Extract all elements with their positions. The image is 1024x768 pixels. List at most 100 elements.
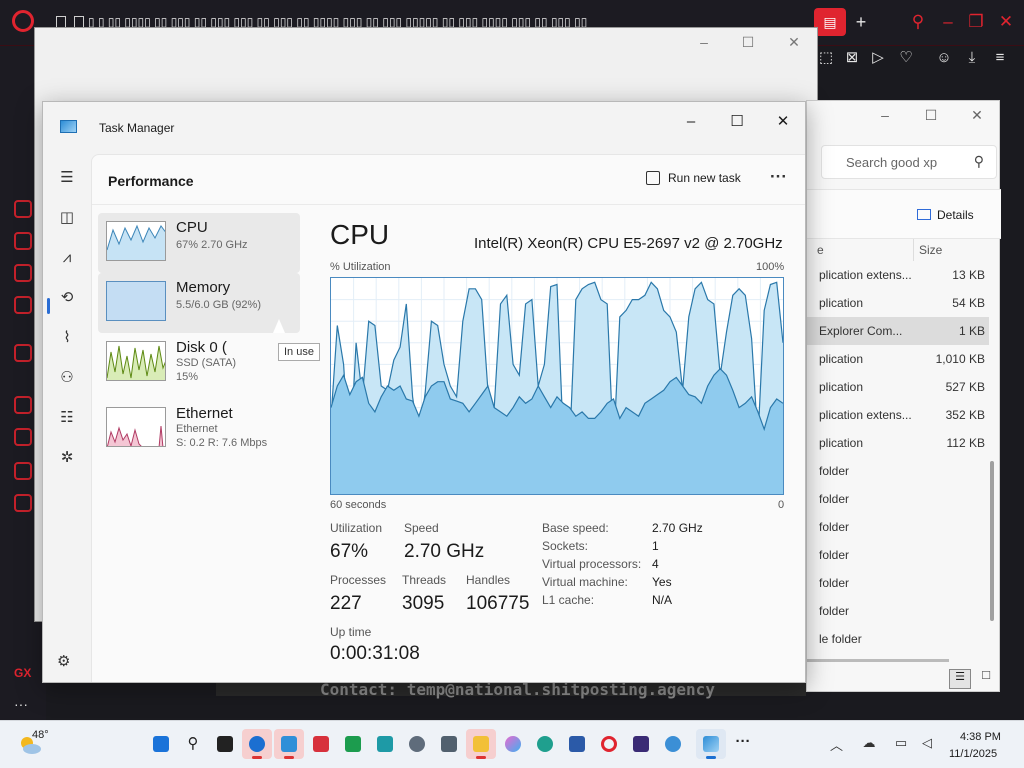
minimize-icon[interactable]: – — [669, 108, 713, 136]
settings-gear-icon[interactable]: ⚙ — [57, 652, 70, 670]
taskbar-overflow-button[interactable]: ··· — [728, 729, 758, 759]
minimize-icon[interactable]: – — [689, 34, 719, 50]
workspace-icon[interactable] — [14, 264, 32, 282]
clock-time[interactable]: 4:38 PM — [960, 731, 1001, 743]
title-bar[interactable]: Task Manager – ☐ ✕ — [43, 102, 805, 152]
more-icon: ··· — [735, 733, 751, 750]
horizontal-scrollbar[interactable] — [807, 659, 949, 662]
details-icon[interactable]: ☷ — [57, 408, 77, 428]
search-icon[interactable]: ⚲ — [906, 10, 930, 34]
search-icon[interactable]: ⚲ — [974, 153, 984, 170]
close-icon[interactable]: ✕ — [779, 34, 809, 51]
profile-icon[interactable]: ☺ — [934, 48, 954, 68]
file-row[interactable]: plication extens... 13 KB — [807, 261, 989, 289]
minimize-icon[interactable]: – — [936, 10, 960, 34]
taskbar-app-copilot[interactable] — [498, 729, 528, 759]
messenger-icon[interactable] — [14, 296, 32, 314]
menu-icon[interactable]: ≡ — [990, 48, 1010, 68]
tray-chevron-up-icon[interactable]: ︿ — [830, 735, 843, 754]
opera-logo-icon[interactable] — [12, 10, 34, 32]
resource-disk-0[interactable]: Disk 0 ( SSD (SATA) 15% — [98, 333, 300, 393]
taskbar-app-task-manager[interactable] — [696, 729, 726, 759]
search-button[interactable]: ⚲ — [178, 729, 208, 759]
file-row-selected[interactable]: Explorer Com... 1 KB — [807, 317, 989, 345]
resource-memory[interactable]: Memory 5.5/6.0 GB (92%) — [98, 273, 300, 333]
player-icon[interactable] — [14, 232, 32, 250]
search-input[interactable]: Search good xp ⚲ — [821, 145, 997, 179]
task-view-button[interactable] — [210, 729, 240, 759]
file-row[interactable]: folder — [807, 541, 989, 569]
taskbar-app-file-explorer[interactable] — [466, 729, 496, 759]
hamburger-menu-icon[interactable]: ☰ — [57, 168, 77, 188]
clock-date[interactable]: 11/1/2025 — [949, 748, 997, 760]
taskbar-app-settings[interactable] — [402, 729, 432, 759]
details-button[interactable]: Details — [917, 208, 974, 222]
heart-icon[interactable]: ♡ — [896, 48, 916, 68]
taskbar-app-opera[interactable] — [594, 729, 624, 759]
sidebar-more-icon[interactable]: ··· — [14, 696, 28, 712]
performance-icon[interactable]: ⩘ — [57, 248, 77, 268]
more-options-icon[interactable]: ··· — [770, 167, 787, 187]
extensions-icon[interactable] — [14, 462, 32, 480]
download-icon[interactable]: ⤓ — [962, 48, 982, 68]
twitch-icon[interactable] — [14, 344, 32, 362]
close-icon[interactable]: ✕ — [761, 108, 805, 136]
details-view-icon[interactable]: ☰ — [949, 669, 971, 689]
processes-icon[interactable]: ◫ — [57, 208, 77, 228]
run-new-task-button[interactable]: Run new task — [646, 171, 741, 185]
resource-ethernet[interactable]: Ethernet Ethernet S: 0.2 R: 7.6 Mbps — [98, 399, 300, 459]
file-row[interactable]: plication 112 KB — [807, 429, 989, 457]
maximize-icon[interactable]: ☐ — [733, 34, 763, 51]
file-row[interactable]: folder — [807, 485, 989, 513]
vertical-scrollbar[interactable] — [990, 461, 994, 621]
app-history-icon[interactable]: ⟲ — [57, 288, 77, 308]
restore-icon[interactable]: ❐ — [964, 10, 988, 34]
taskbar-app-edge[interactable] — [530, 729, 560, 759]
maximize-icon[interactable]: ☐ — [917, 107, 945, 124]
size-column-header[interactable]: Size — [919, 243, 942, 257]
network-icon[interactable]: ▭ — [892, 735, 910, 753]
weather-temperature[interactable]: 48° — [32, 729, 49, 741]
speed-dial-icon[interactable] — [14, 200, 32, 218]
taskbar-app-toolbox[interactable] — [562, 729, 592, 759]
taskbar-app-mail[interactable] — [370, 729, 400, 759]
active-tab-document-icon[interactable]: ▤ — [814, 8, 846, 36]
file-row[interactable]: folder — [807, 597, 989, 625]
file-row[interactable]: plication 54 KB — [807, 289, 989, 317]
minimize-icon[interactable]: – — [871, 107, 899, 123]
column-divider[interactable] — [913, 239, 914, 261]
history-icon[interactable] — [14, 428, 32, 446]
users-icon[interactable]: ⚇ — [57, 368, 77, 388]
new-tab-plus-icon[interactable]: + — [850, 8, 872, 36]
taskbar-app-onedrive[interactable] — [242, 729, 272, 759]
close-icon[interactable]: ✕ — [994, 10, 1018, 34]
file-row[interactable]: plication 527 KB — [807, 373, 989, 401]
snapshot-icon[interactable]: ⬚ — [816, 48, 836, 68]
file-row[interactable]: folder — [807, 513, 989, 541]
file-row[interactable]: le folder — [807, 625, 989, 653]
cloud-offline-icon[interactable]: ☁ — [860, 735, 878, 753]
volume-muted-icon[interactable]: ◁ — [918, 735, 936, 753]
file-row[interactable]: plication 1,010 KB — [807, 345, 989, 373]
tiles-view-icon[interactable]: ☐ — [975, 669, 997, 689]
startup-apps-icon[interactable]: ⌇ — [57, 328, 77, 348]
taskbar-app-network[interactable] — [658, 729, 688, 759]
file-row[interactable]: folder — [807, 457, 989, 485]
resource-cpu[interactable]: CPU 67% 2.70 GHz — [98, 213, 300, 273]
services-icon[interactable]: ✲ — [57, 448, 77, 468]
shield-icon[interactable]: ⊠ — [842, 48, 862, 68]
send-icon[interactable]: ▷ — [868, 48, 888, 68]
taskbar-app-game[interactable] — [626, 729, 656, 759]
maximize-icon[interactable]: ☐ — [715, 108, 759, 136]
settings-icon[interactable] — [14, 494, 32, 512]
taskbar-app-security[interactable] — [338, 729, 368, 759]
taskbar-app-notepad[interactable] — [274, 729, 304, 759]
start-button[interactable] — [146, 729, 176, 759]
taskbar-app-store[interactable] — [306, 729, 336, 759]
play-icon[interactable] — [14, 396, 32, 414]
type-column-header[interactable]: e — [817, 243, 824, 257]
file-row[interactable]: folder — [807, 569, 989, 597]
taskbar-app-camera[interactable] — [434, 729, 464, 759]
close-icon[interactable]: ✕ — [963, 107, 991, 124]
file-row[interactable]: plication extens... 352 KB — [807, 401, 989, 429]
